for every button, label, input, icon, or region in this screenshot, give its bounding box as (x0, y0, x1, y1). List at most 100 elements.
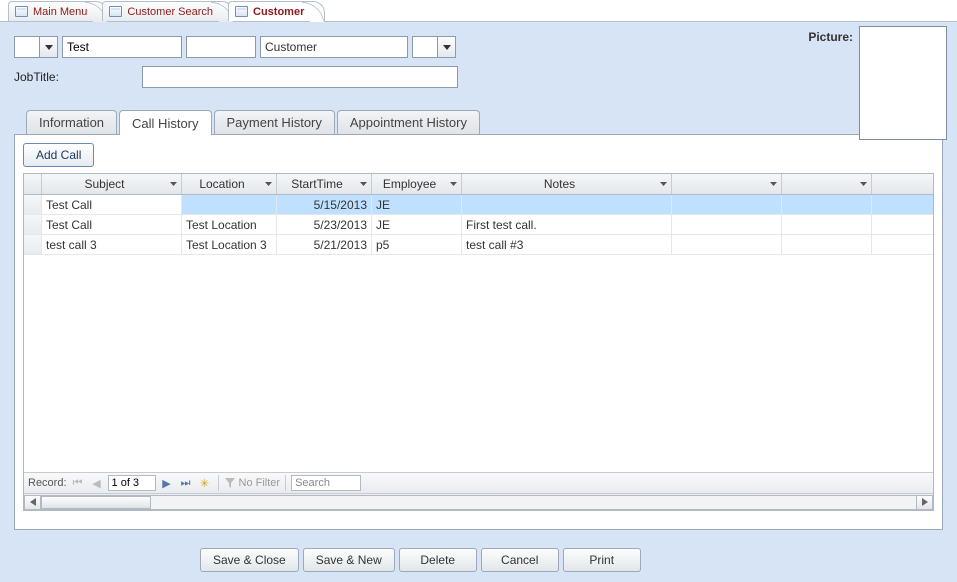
col-header-employee[interactable]: Employee (372, 174, 462, 194)
call-history-grid: Subject Location StartTime Employee Note… (23, 173, 934, 511)
col-header-empty[interactable] (782, 174, 872, 194)
scroll-left-button[interactable] (24, 495, 41, 510)
cell-employee[interactable]: JE (372, 215, 462, 235)
tab-label: Customer Search (127, 6, 213, 18)
job-title-label: JobTitle: (14, 70, 84, 84)
cell-notes[interactable]: test call #3 (462, 235, 672, 255)
cell-empty[interactable] (872, 195, 933, 215)
row-selector[interactable] (24, 235, 42, 255)
table-row[interactable]: Test Call Test Location 5/23/2013 JE Fir… (24, 215, 933, 235)
form-action-bar: Save & Close Save & New Delete Cancel Pr… (0, 540, 957, 582)
cell-empty[interactable] (872, 215, 933, 235)
cell-empty[interactable] (782, 215, 872, 235)
delete-button[interactable]: Delete (399, 548, 477, 572)
record-search-field[interactable] (291, 475, 361, 491)
tab-label: Customer (253, 6, 304, 18)
chevron-down-icon[interactable] (437, 37, 455, 57)
tab-label: Main Menu (33, 6, 87, 18)
prefix-combo[interactable] (14, 36, 58, 58)
horizontal-scrollbar[interactable] (24, 493, 933, 510)
col-header-notes[interactable]: Notes (462, 174, 672, 194)
tab-payment-history[interactable]: Payment History (214, 110, 335, 134)
save-close-button[interactable]: Save & Close (200, 548, 299, 572)
scroll-thumb[interactable] (41, 496, 151, 509)
picture-box[interactable] (859, 26, 947, 140)
col-header-subject[interactable]: Subject (42, 174, 182, 194)
table-row[interactable]: Test Call 5/15/2013 JE (24, 195, 933, 215)
tab-main-menu[interactable]: Main Menu (8, 1, 108, 21)
tab-call-history[interactable]: Call History (119, 110, 211, 135)
row-selector[interactable] (24, 195, 42, 215)
cell-starttime[interactable]: 5/21/2013 (277, 235, 372, 255)
nav-last-button[interactable]: ⏭ (178, 475, 194, 491)
cell-empty[interactable] (672, 195, 782, 215)
separator (285, 475, 286, 491)
cell-starttime[interactable]: 5/23/2013 (277, 215, 372, 235)
grid-body: Test Call 5/15/2013 JE Test Call Test Lo… (24, 195, 933, 472)
suffix-combo[interactable] (412, 36, 456, 58)
cell-location[interactable]: Test Location 3 (182, 235, 277, 255)
table-row[interactable]: test call 3 Test Location 3 5/21/2013 p5… (24, 235, 933, 255)
scroll-right-button[interactable] (916, 495, 933, 510)
cell-empty[interactable] (672, 235, 782, 255)
record-label: Record: (28, 477, 67, 489)
chevron-down-icon[interactable] (657, 177, 669, 191)
cell-starttime[interactable]: 5/15/2013 (277, 195, 372, 215)
form-icon (109, 6, 122, 17)
cell-empty[interactable] (872, 235, 933, 255)
chevron-down-icon[interactable] (447, 177, 459, 191)
last-name-combo[interactable]: Customer (260, 36, 408, 58)
cell-employee[interactable]: JE (372, 195, 462, 215)
cell-location[interactable]: Test Location (182, 215, 277, 235)
col-header-location[interactable]: Location (182, 174, 277, 194)
nav-next-button[interactable]: ▶ (159, 475, 175, 491)
cell-location[interactable] (182, 195, 277, 215)
chevron-down-icon[interactable] (857, 177, 869, 191)
nav-first-button[interactable]: ⏮ (70, 475, 86, 491)
col-header-empty[interactable] (872, 174, 933, 194)
filter-indicator[interactable]: No Filter (224, 477, 281, 489)
row-selector-header[interactable] (24, 174, 42, 194)
detail-section: Information Call History Payment History… (0, 110, 957, 540)
cell-employee[interactable]: p5 (372, 235, 462, 255)
cell-subject[interactable]: Test Call (42, 195, 182, 215)
nav-new-button[interactable]: ✳ (197, 475, 213, 491)
record-navigator: Record: ⏮ ◀ ▶ ⏭ ✳ No Filter (24, 472, 933, 493)
nav-prev-button[interactable]: ◀ (89, 475, 105, 491)
middle-name-field[interactable] (186, 36, 256, 58)
cancel-button[interactable]: Cancel (481, 548, 559, 572)
cell-notes[interactable]: First test call. (462, 215, 672, 235)
record-position-field[interactable] (108, 475, 156, 491)
tab-customer[interactable]: Customer (228, 1, 325, 21)
col-header-empty[interactable] (672, 174, 782, 194)
cell-empty[interactable] (782, 235, 872, 255)
cell-empty[interactable] (782, 195, 872, 215)
tab-appointment-history[interactable]: Appointment History (337, 110, 480, 134)
first-name-field[interactable] (62, 36, 182, 58)
cell-subject[interactable]: test call 3 (42, 235, 182, 255)
row-selector[interactable] (24, 215, 42, 235)
save-new-button[interactable]: Save & New (303, 548, 395, 572)
chevron-down-icon[interactable] (167, 177, 179, 191)
picture-label: Picture: (808, 30, 853, 44)
tab-customer-search[interactable]: Customer Search (102, 1, 234, 21)
tab-information[interactable]: Information (26, 110, 117, 134)
chevron-down-icon[interactable] (357, 177, 369, 191)
customer-form-header: Customer JobTitle: Picture: (0, 22, 957, 110)
scroll-track[interactable] (41, 495, 916, 510)
form-icon (235, 6, 248, 17)
grid-header: Subject Location StartTime Employee Note… (24, 174, 933, 195)
col-header-starttime[interactable]: StartTime (277, 174, 372, 194)
last-name-value: Customer (261, 40, 407, 54)
filter-icon (224, 477, 236, 489)
form-icon (15, 6, 28, 17)
cell-subject[interactable]: Test Call (42, 215, 182, 235)
job-title-field[interactable] (142, 66, 458, 88)
chevron-down-icon[interactable] (39, 37, 57, 57)
add-call-button[interactable]: Add Call (23, 143, 94, 167)
cell-empty[interactable] (672, 215, 782, 235)
chevron-down-icon[interactable] (767, 177, 779, 191)
print-button[interactable]: Print (563, 548, 641, 572)
chevron-down-icon[interactable] (262, 177, 274, 191)
cell-notes[interactable] (462, 195, 672, 215)
